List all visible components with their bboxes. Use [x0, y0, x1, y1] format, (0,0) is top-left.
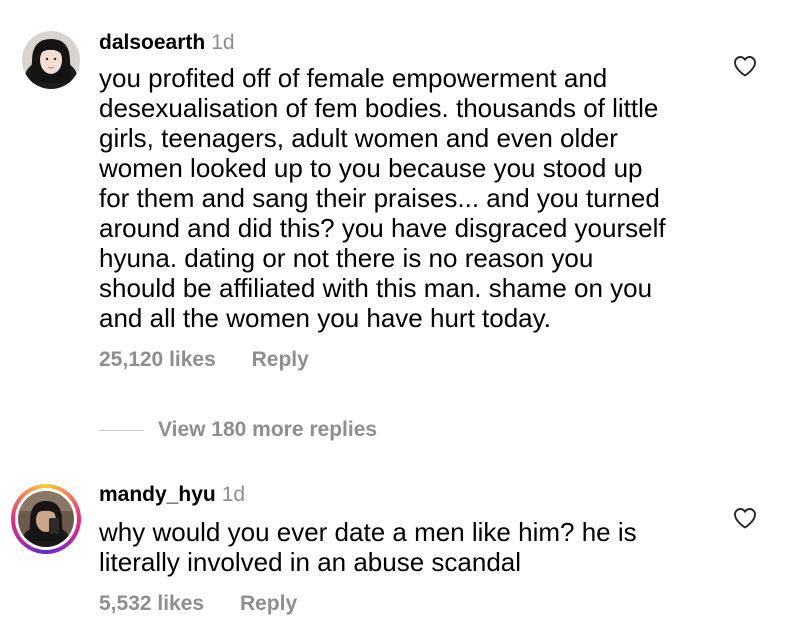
comment-line: literally involved in an abuse scandal: [99, 547, 522, 577]
comment-item: dalsoearth 1d you profited off of female …: [0, 0, 800, 400]
comment-line: should be affiliated with this man. sham…: [99, 273, 653, 303]
heart-outline-icon[interactable]: [733, 55, 757, 77]
comment-text: you profited off of female empowerment a…: [99, 63, 719, 333]
replies-divider: [99, 429, 144, 431]
comment-line: for them and sang their praises... and y…: [99, 183, 660, 213]
comment-time: 1d: [221, 483, 246, 506]
view-more-replies-label: View 180 more replies: [158, 418, 378, 441]
avatar[interactable]: [22, 31, 80, 89]
profile-photo: [22, 31, 80, 89]
comment-actions: 25,120 likes Reply: [99, 348, 309, 372]
comment-line: girls, teenagers, adult women and even o…: [99, 123, 618, 153]
comment-line: you profited off of female empowerment a…: [99, 63, 608, 93]
comment-text: why would you ever date a men like him? …: [99, 517, 719, 577]
likes-count-link[interactable]: 25,120 likes: [99, 348, 216, 371]
comment-actions: 5,532 likes Reply: [99, 592, 297, 616]
comment-time: 1d: [211, 31, 235, 54]
story-ring-gap: [15, 488, 77, 550]
comment-line: why would you ever date a men like him? …: [99, 517, 637, 547]
reply-button[interactable]: Reply: [252, 348, 309, 371]
comment-line: desexualisation of fem bodies. thousands…: [99, 93, 659, 123]
username-link[interactable]: dalsoearth: [99, 31, 205, 54]
reply-button[interactable]: Reply: [240, 592, 297, 615]
comment-item: mandy_hyu 1d why would you ever date a me…: [0, 470, 800, 633]
profile-photo: [18, 491, 74, 547]
comment-line: and all the women you have hurt today.: [99, 303, 551, 333]
view-more-replies-button[interactable]: View 180 more replies: [99, 416, 377, 444]
username-link[interactable]: mandy_hyu: [99, 483, 216, 506]
comment-header: mandy_hyu 1d: [99, 482, 245, 508]
likes-count-link[interactable]: 5,532 likes: [99, 592, 204, 615]
comment-line: hyuna. dating or not there is no reason …: [99, 243, 594, 273]
comment-line: women looked up to you because you stood…: [99, 153, 643, 183]
heart-outline-icon[interactable]: [733, 507, 757, 529]
comment-header: dalsoearth 1d: [99, 30, 235, 56]
story-ring[interactable]: [11, 484, 81, 554]
avatar[interactable]: [18, 491, 74, 547]
comment-line: around and did this? you have disgraced …: [99, 213, 666, 243]
